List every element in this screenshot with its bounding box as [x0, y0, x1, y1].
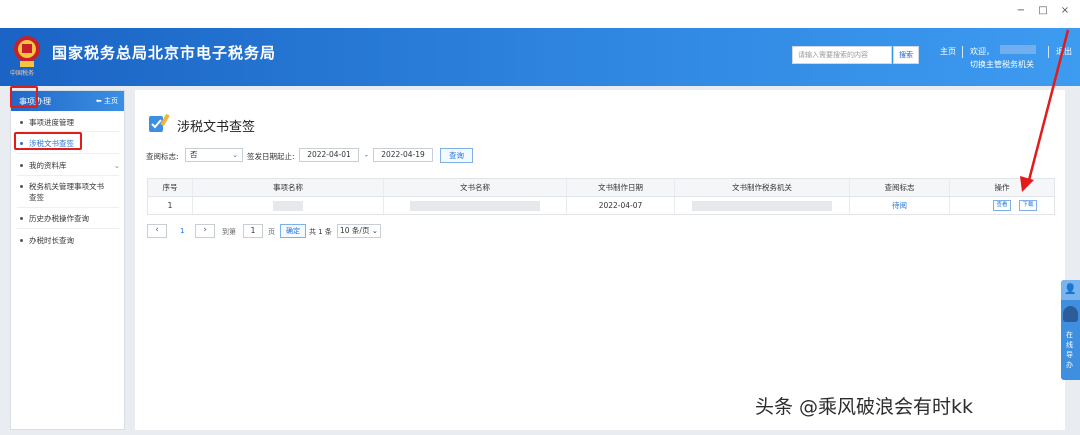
view-button[interactable]: 查看	[993, 200, 1011, 211]
date-range-label: 签发日期起止:	[247, 152, 295, 161]
row-doc-org-redacted	[675, 197, 850, 214]
app-header: 中国税务 国家税务总局北京市电子税务局 请输入需要搜索的内容 搜索 主页 欢迎，…	[0, 28, 1080, 86]
sidebar-item-history[interactable]: 历史办税操作查询	[11, 213, 124, 224]
total-count: 共 1 条	[309, 228, 332, 236]
sidebar-item-label: 办税时长查询	[29, 236, 74, 245]
highlight-box-menu-item	[14, 132, 82, 150]
back-arrow-icon: ⬅	[95, 97, 104, 105]
divider	[17, 228, 119, 229]
divider	[17, 207, 119, 208]
header-divider	[962, 46, 963, 58]
date-end-input[interactable]: 2022-04-19	[373, 148, 433, 162]
chevron-down-icon: ⌄	[113, 161, 120, 170]
date-start-input[interactable]: 2022-04-01	[299, 148, 359, 162]
download-button[interactable]: 下载	[1019, 200, 1037, 211]
switch-org-link[interactable]: 切换主管税务机关	[970, 59, 1034, 70]
sidebar-item-duration[interactable]: 办税时长查询	[11, 235, 124, 246]
watermark: 头条 @乘风破浪会有时kk	[755, 396, 974, 418]
bullet-icon	[20, 121, 23, 124]
row-doc-name-redacted	[384, 197, 567, 214]
page-number-input[interactable]: 1	[243, 224, 263, 238]
document-check-icon	[149, 114, 170, 132]
col-header-actions: 操作	[994, 183, 1010, 192]
sidebar-home-label: 主页	[104, 97, 118, 105]
current-page[interactable]: 1	[180, 227, 184, 235]
sidebar-item-label: 历史办税操作查询	[29, 214, 89, 223]
maximize-icon[interactable]: □	[1034, 4, 1052, 18]
sidebar-item-my-library[interactable]: 我的资料库 ⌄	[11, 160, 124, 171]
table-header: 序号 事项名称 文书名称 文书制作日期 文书制作税务机关 查阅标志 操作	[148, 179, 1054, 197]
minimize-icon[interactable]: −	[1012, 4, 1030, 18]
bullet-icon	[20, 164, 23, 167]
query-flag-label: 查阅标志:	[146, 152, 179, 161]
header-home-link[interactable]: 主页	[940, 46, 956, 57]
bullet-icon	[20, 185, 23, 188]
window-titlebar: − □ ×	[0, 0, 1080, 28]
query-flag-value: 否	[190, 150, 198, 159]
agent-avatar-icon	[1063, 306, 1078, 322]
query-flag-select[interactable]: 否 ⌄	[185, 148, 243, 162]
welcome-text: 欢迎，	[970, 47, 994, 56]
bullet-icon	[20, 239, 23, 242]
site-title: 国家税务总局北京市电子税务局	[52, 44, 277, 62]
row-item-name-redacted	[193, 197, 384, 214]
documents-table: 序号 事项名称 文书名称 文书制作日期 文书制作税务机关 查阅标志 操作 1 2…	[147, 178, 1055, 215]
row-query-status[interactable]: 待阅	[850, 197, 950, 214]
user-icon[interactable]: 👤	[1061, 280, 1080, 300]
sidebar-item-label: 事项进度管理	[29, 118, 74, 127]
row-actions: 查看 下载	[950, 197, 1054, 214]
row-index: 1	[148, 197, 193, 214]
goto-ok-button[interactable]: 确定	[280, 224, 306, 238]
page-size-value: 10 条/页	[340, 226, 370, 235]
chevron-down-icon: ⌄	[371, 226, 378, 235]
online-guide-panel[interactable]: 👤 在线导办	[1061, 280, 1080, 380]
user-name-redacted	[1000, 45, 1036, 54]
pagination: ‹ 1 › 到第 1 页 确定 共 1 条 10 条/页 ⌄	[147, 224, 447, 239]
row-doc-date: 2022-04-07	[567, 197, 675, 214]
online-guide-text: 在线导办	[1066, 331, 1073, 369]
logout-link[interactable]: 退出	[1056, 46, 1072, 57]
highlight-box-section	[10, 86, 38, 108]
chevron-down-icon: ⌄	[232, 151, 238, 159]
col-header-item-name: 事项名称	[193, 179, 384, 196]
close-icon[interactable]: ×	[1056, 4, 1074, 18]
goto-label: 到第	[222, 228, 236, 236]
col-header-index: 序号	[148, 179, 193, 196]
sidebar-item-label: 我的资料库	[29, 161, 67, 170]
main-content: 涉税文书查签 查阅标志: 否 ⌄ 签发日期起止: 2022-04-01 - 20…	[135, 90, 1065, 430]
page-unit-label: 页	[268, 228, 275, 236]
prev-page-button[interactable]: ‹	[147, 224, 167, 238]
sidebar-home-link[interactable]: ⬅ 主页	[96, 96, 118, 106]
logo-subtitle: 中国税务	[10, 70, 35, 77]
page-title: 涉税文书查签	[177, 120, 256, 135]
divider	[17, 175, 119, 176]
next-page-button[interactable]: ›	[195, 224, 215, 238]
redacted-text	[273, 200, 303, 211]
sidebar-item-label: 税务机关管理事项文书查签	[29, 182, 104, 202]
date-separator: -	[365, 151, 368, 160]
col-header-doc-org: 文书制作税务机关	[675, 179, 850, 196]
search-input[interactable]: 请输入需要搜索的内容	[792, 46, 892, 64]
bullet-icon	[20, 217, 23, 220]
tax-emblem-icon	[14, 36, 40, 67]
table-row: 1 2022-04-07 待阅 查看 下载	[148, 197, 1054, 214]
sidebar-item-org-documents[interactable]: 税务机关管理事项文书查签	[11, 181, 111, 203]
col-header-doc-name: 文书名称	[384, 179, 567, 196]
redacted-text	[692, 200, 832, 211]
search-button[interactable]: 搜索	[893, 46, 919, 64]
query-button[interactable]: 查询	[440, 148, 473, 163]
redacted-text	[410, 200, 540, 211]
col-header-doc-date: 文书制作日期	[567, 179, 675, 196]
header-divider	[1048, 46, 1049, 58]
divider	[17, 153, 119, 154]
sidebar-item-progress[interactable]: 事项进度管理	[11, 117, 124, 128]
col-header-query-flag: 查阅标志	[850, 179, 950, 196]
page-size-select[interactable]: 10 条/页 ⌄	[337, 224, 381, 238]
